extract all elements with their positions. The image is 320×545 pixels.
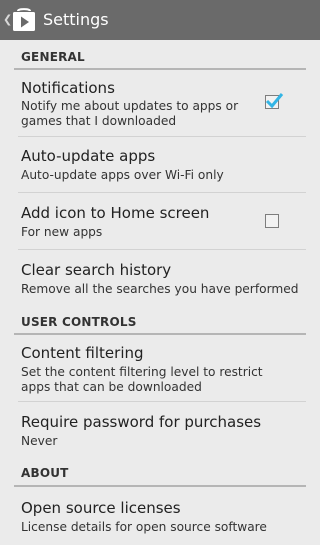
setting-clear-search-history[interactable]: Clear search history Remove all the sear… xyxy=(0,250,320,308)
setting-summary: Auto-update apps over Wi-Fi only xyxy=(21,168,224,182)
add-icon-checkbox[interactable] xyxy=(265,214,279,228)
setting-title: Clear search history xyxy=(21,261,172,279)
section-header-user-controls: USER CONTROLS xyxy=(21,315,137,329)
setting-summary: Never xyxy=(21,434,58,448)
setting-summary: For new apps xyxy=(21,225,103,239)
page-title: Settings xyxy=(43,10,109,29)
setting-title: Require password for purchases xyxy=(21,413,262,431)
setting-title: Auto-update apps xyxy=(21,147,156,165)
setting-add-icon[interactable]: Add icon to Home screen For new apps xyxy=(0,193,320,249)
notifications-checkbox[interactable] xyxy=(265,93,284,109)
setting-title: Notifications xyxy=(21,79,115,97)
checkmark-icon xyxy=(265,93,284,109)
setting-require-password[interactable]: Require password for purchases Never xyxy=(0,402,320,458)
setting-notifications[interactable]: Notifications Notify me about updates to… xyxy=(0,70,320,136)
setting-title: Content filtering xyxy=(21,344,144,362)
section-header-general: GENERAL xyxy=(21,50,85,64)
setting-open-source-licenses[interactable]: Open source licenses License details for… xyxy=(0,487,320,545)
setting-auto-update[interactable]: Auto-update apps Auto-update apps over W… xyxy=(0,137,320,192)
setting-summary: License details for open source software xyxy=(21,520,267,534)
setting-summary: Remove all the searches you have perform… xyxy=(21,282,299,296)
setting-summary: Set the content filtering level to restr… xyxy=(21,365,263,394)
setting-summary: Notify me about updates to apps or games… xyxy=(21,99,239,128)
play-store-icon[interactable] xyxy=(11,8,37,32)
setting-title: Add icon to Home screen xyxy=(21,204,210,222)
setting-content-filtering[interactable]: Content filtering Set the content filter… xyxy=(0,335,320,400)
action-bar: ❮ Settings xyxy=(0,0,320,40)
setting-title: Open source licenses xyxy=(21,499,181,517)
section-header-about: ABOUT xyxy=(21,466,69,480)
